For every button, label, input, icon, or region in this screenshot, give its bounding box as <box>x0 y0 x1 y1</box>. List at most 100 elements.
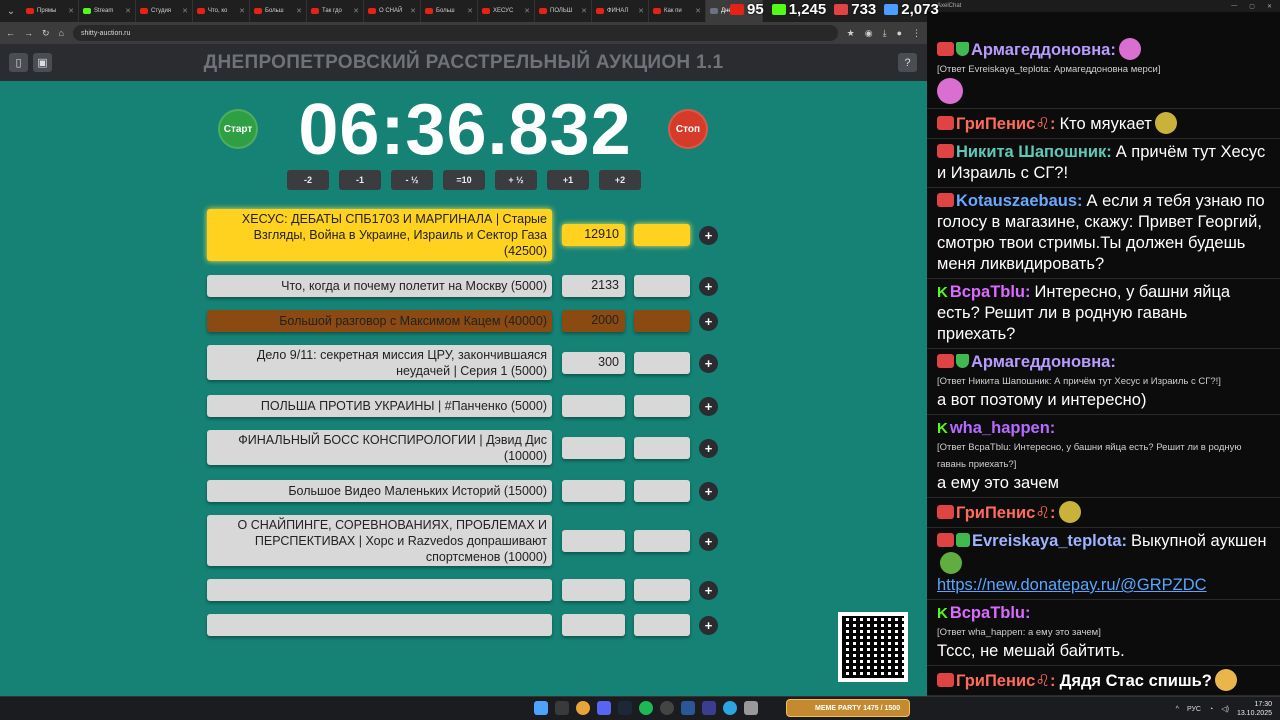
lot-name-field[interactable]: О СНАЙПИНГЕ, СОРЕВНОВАНИЯХ, ПРОБЛЕМАХ И … <box>207 515 552 566</box>
telegram-icon[interactable] <box>723 701 737 715</box>
download-icon[interactable]: ⤓ <box>883 28 887 39</box>
lot-name-field[interactable]: Большой разговор с Максимом Кацем (40000… <box>207 310 552 332</box>
meme-party-widget[interactable]: MEME PARTY 1475 / 1500 <box>786 699 910 717</box>
clock[interactable]: 17:30 13.10.2025 <box>1237 700 1272 718</box>
time-adjust-button[interactable]: +1 <box>547 170 589 190</box>
time-adjust-button[interactable]: - ½ <box>391 170 433 190</box>
chat-username[interactable]: ВсраТblu: <box>950 604 1031 622</box>
chat-username[interactable]: Kotauszaebaus: <box>956 192 1083 210</box>
lot-add-amount-input[interactable] <box>634 436 690 459</box>
lot-amount-field[interactable] <box>562 436 625 459</box>
tab-close-icon[interactable]: ✕ <box>239 7 245 15</box>
lot-add-button[interactable]: + <box>699 482 718 501</box>
profile-icon[interactable]: ● <box>897 28 902 39</box>
chat-username[interactable]: Evreiskaya_teplota: <box>972 532 1127 550</box>
lot-amount-field[interactable] <box>562 529 625 552</box>
chat-username[interactable]: ГриПенис♌: <box>956 504 1056 522</box>
tab-close-icon[interactable]: ✕ <box>353 7 359 15</box>
lot-amount-field[interactable] <box>562 579 625 601</box>
lot-name-field[interactable]: Что, когда и почему полетит на Москву (5… <box>207 275 552 297</box>
minimize-icon[interactable]: — <box>1231 3 1237 10</box>
wifi-icon[interactable]: ◔ <box>1209 706 1213 713</box>
lot-add-button[interactable]: + <box>699 438 718 458</box>
lot-add-amount-input[interactable] <box>634 579 690 601</box>
tab-close-icon[interactable]: ✕ <box>581 7 587 15</box>
chat-username[interactable]: ГриПенис♌: <box>956 672 1056 690</box>
browser-tab[interactable]: ПОЛЬШ ✕ <box>535 0 592 22</box>
lot-add-amount-input[interactable] <box>634 224 690 246</box>
lot-amount-field[interactable]: 12910 <box>562 224 625 246</box>
lot-add-amount-input[interactable] <box>634 351 690 374</box>
media-icon[interactable] <box>702 701 716 715</box>
back-icon[interactable]: ← <box>6 28 15 38</box>
lot-name-field[interactable]: ХЕСУС: ДЕБАТЫ СПБ1703 И МАРГИНАЛА | Стар… <box>207 209 552 261</box>
browser-tab[interactable]: Прямы ✕ <box>22 0 79 22</box>
search-icon[interactable] <box>555 701 569 715</box>
lot-name-field[interactable]: ФИНАЛЬНЫЙ БОСС КОНСПИРОЛОГИИ | Дэвид Дис… <box>207 430 552 465</box>
time-adjust-button[interactable]: +2 <box>599 170 641 190</box>
lot-add-amount-input[interactable] <box>634 614 690 636</box>
time-adjust-button[interactable]: =10 <box>443 170 485 190</box>
help-icon[interactable]: ? <box>898 53 917 72</box>
lot-add-button[interactable]: + <box>699 397 718 416</box>
browser-tab[interactable]: Stream ✕ <box>79 0 136 22</box>
time-adjust-button[interactable]: -2 <box>287 170 329 190</box>
tab-close-icon[interactable]: ✕ <box>125 7 131 15</box>
browser-tab[interactable]: Так гдо ✕ <box>307 0 364 22</box>
lot-add-amount-input[interactable] <box>634 395 690 417</box>
lot-amount-field[interactable]: 2133 <box>562 275 625 297</box>
tab-close-icon[interactable]: ✕ <box>68 7 74 15</box>
lot-add-amount-input[interactable] <box>634 529 690 552</box>
discord-icon[interactable] <box>597 701 611 715</box>
lot-add-button[interactable]: + <box>699 353 718 373</box>
lot-add-amount-input[interactable] <box>634 480 690 502</box>
chat-username[interactable]: ВсраТblu: <box>950 283 1031 301</box>
lot-add-amount-input[interactable] <box>634 310 690 332</box>
tab-search-icon[interactable]: ⌄ <box>0 0 22 22</box>
bookmark-star-icon[interactable]: ★ <box>847 28 855 39</box>
volume-icon[interactable]: ◁) <box>1221 705 1229 713</box>
home-icon[interactable]: ⌂ <box>59 28 64 38</box>
lot-add-button[interactable]: + <box>699 531 718 551</box>
tray-chevron-icon[interactable]: ^ <box>1176 706 1179 713</box>
lot-add-button[interactable]: + <box>699 226 718 245</box>
lot-name-field[interactable] <box>207 614 552 636</box>
lot-add-button[interactable]: + <box>699 277 718 296</box>
tab-close-icon[interactable]: ✕ <box>524 7 530 15</box>
app-icon[interactable] <box>681 701 695 715</box>
browser-tab[interactable]: Больш ✕ <box>250 0 307 22</box>
chat-link[interactable]: https://new.donatepay.ru/@GRPZDC <box>937 575 1270 596</box>
spotify-icon[interactable] <box>639 701 653 715</box>
time-adjust-button[interactable]: + ½ <box>495 170 537 190</box>
lang-indicator[interactable]: РУС <box>1187 706 1201 713</box>
reload-icon[interactable]: ↻ <box>42 28 50 39</box>
start-button[interactable]: Старт <box>218 109 258 149</box>
browser-tab[interactable]: Что, ко ✕ <box>193 0 250 22</box>
tab-close-icon[interactable]: ✕ <box>695 7 701 15</box>
tab-close-icon[interactable]: ✕ <box>638 7 644 15</box>
browser-tab[interactable]: Студия ✕ <box>136 0 193 22</box>
chat-username[interactable]: ГриПенис♌: <box>956 115 1056 133</box>
url-field[interactable]: shitty-auction.ru <box>72 25 838 41</box>
lot-name-field[interactable]: ПОЛЬША ПРОТИВ УКРАИНЫ | #Панченко (5000) <box>207 395 552 417</box>
tab-close-icon[interactable]: ✕ <box>182 7 188 15</box>
tab-close-icon[interactable]: ✕ <box>467 7 473 15</box>
lot-amount-field[interactable]: 300 <box>562 351 625 374</box>
lot-add-button[interactable]: + <box>699 312 718 331</box>
extension-icon[interactable]: ◉ <box>865 28 873 39</box>
windows-start-icon[interactable] <box>534 701 548 715</box>
close-icon[interactable]: ✕ <box>1267 3 1272 10</box>
chat-username[interactable]: wha_happen: <box>950 419 1055 437</box>
menu-icon[interactable]: ⋮ <box>912 28 921 39</box>
lot-amount-field[interactable]: 2000 <box>562 310 625 332</box>
lot-amount-field[interactable] <box>562 480 625 502</box>
lot-add-amount-input[interactable] <box>634 275 690 297</box>
chat-username[interactable]: Армагеддоновна: <box>971 41 1116 59</box>
lot-amount-field[interactable] <box>562 395 625 417</box>
chat-username[interactable]: Армагеддоновна: <box>971 353 1116 371</box>
lot-amount-field[interactable] <box>562 614 625 636</box>
lot-name-field[interactable] <box>207 579 552 601</box>
stop-button[interactable]: Стоп <box>668 109 708 149</box>
tab-close-icon[interactable]: ✕ <box>296 7 302 15</box>
browser-tab[interactable]: ХЕСУС ✕ <box>478 0 535 22</box>
